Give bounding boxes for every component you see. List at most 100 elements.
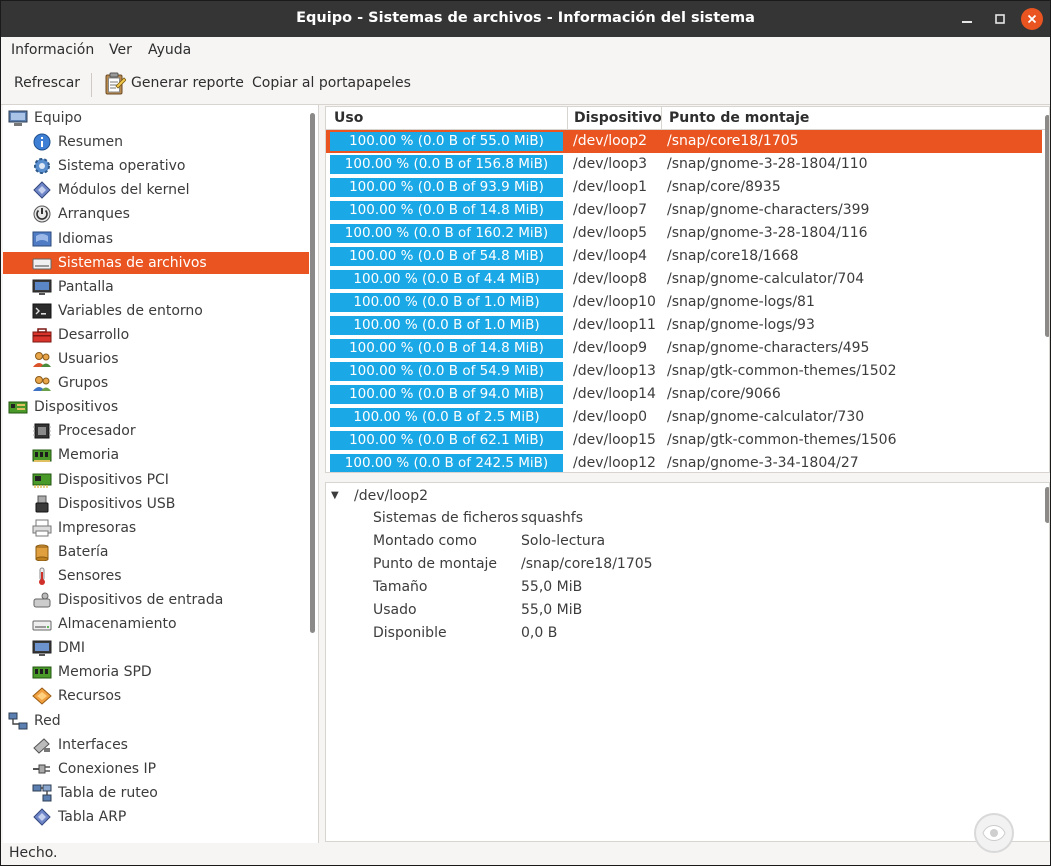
sidebar-item[interactable]: Memoria SPD — [3, 661, 309, 683]
sidebar-item[interactable]: Módulos del kernel — [3, 179, 309, 201]
table-row[interactable]: 100.00 % (0.0 B of 242.5 MiB) /dev/loop12… — [326, 452, 1042, 472]
table-row[interactable]: 100.00 % (0.0 B of 14.8 MiB) /dev/loop9/s… — [326, 337, 1042, 360]
detail-value: squashfs — [521, 510, 584, 526]
sidebar-item[interactable]: Batería — [3, 541, 309, 563]
toolbar-separator — [91, 73, 92, 97]
table-row[interactable]: 100.00 % (0.0 B of 1.0 MiB) /dev/loop10/s… — [326, 291, 1042, 314]
sidebar-item[interactable]: DMI — [3, 637, 309, 659]
device-cell: /dev/loop7 — [573, 202, 648, 218]
table-row[interactable]: 100.00 % (0.0 B of 160.2 MiB) /dev/loop5 /… — [326, 222, 1042, 245]
sidebar-item[interactable]: Tabla ARP — [3, 806, 309, 828]
sidebar-item[interactable]: Almacenamiento — [3, 613, 309, 635]
sidebar-item-label: Recursos — [58, 688, 122, 705]
detail-row: Usado 55,0 MiB — [373, 602, 1013, 625]
table-row[interactable]: 100.00 % (0.0 B of 55.0 MiB) /dev/loop2/s… — [326, 130, 1042, 153]
sidebar-item[interactable]: Idiomas — [3, 228, 309, 250]
detail-scrollbar[interactable] — [1045, 487, 1049, 523]
device-cell: /dev/loop12 — [573, 455, 656, 471]
maximize-button[interactable] — [989, 8, 1011, 30]
sidebar-item[interactable]: Dispositivos — [3, 396, 309, 418]
sidebar-item-label: Interfaces — [58, 736, 128, 753]
sidebar-item[interactable]: Variables de entorno — [3, 300, 309, 322]
detail-panel: ▼ /dev/loop2 Sistemas de ficheros squashf… — [325, 482, 1050, 842]
sidebar-item[interactable]: Procesador — [3, 420, 309, 442]
table-row[interactable]: 100.00 % (0.0 B of 4.4 MiB) /dev/loop8/sn… — [326, 268, 1042, 291]
minimize-button[interactable] — [956, 8, 978, 30]
detail-row: Montado como Solo-lectura — [373, 533, 1013, 556]
ip-connections-icon — [32, 760, 52, 778]
detail-key: Montado como — [373, 533, 477, 549]
menu-informacion[interactable]: Información — [11, 42, 94, 58]
generate-report-button[interactable]: Generar reporte — [131, 75, 244, 91]
arp-table-icon — [32, 808, 52, 826]
sidebar-item[interactable]: Sistemas de archivos — [3, 251, 309, 274]
usage-progress-bar: 100.00 % (0.0 B of 4.4 MiB) — [330, 270, 563, 289]
sidebar-item[interactable]: Equipo — [3, 107, 309, 129]
menu-ver[interactable]: Ver — [109, 42, 132, 58]
mountpoint-cell: /snap/core/8935 — [667, 179, 781, 195]
sidebar-item-label: Arranques — [58, 206, 130, 223]
sidebar-item[interactable]: Tabla de ruteo — [3, 782, 309, 804]
clipboard-report-icon[interactable] — [104, 72, 126, 96]
table-row[interactable]: 100.00 % (0.0 B of 156.8 MiB) /dev/loop3 /… — [326, 153, 1042, 176]
filesystems-table[interactable]: Uso Dispositivo Punto de montaje 100.00 … — [325, 106, 1050, 473]
sidebar-item[interactable]: Dispositivos USB — [3, 493, 309, 515]
sidebar-item[interactable]: Sistema operativo — [3, 155, 309, 177]
table-scrollbar[interactable] — [1045, 115, 1049, 337]
sidebar-item[interactable]: Dispositivos PCI — [3, 469, 309, 491]
title-bar[interactable]: Equipo - Sistemas de archivos - Informac… — [1, 1, 1050, 37]
device-cell: /dev/loop3 — [573, 156, 648, 172]
detail-value: 0,0 B — [521, 625, 558, 641]
table-row[interactable]: 100.00 % (0.0 B of 54.8 MiB) /dev/loop4/s… — [326, 245, 1042, 268]
sidebar-item[interactable]: Usuarios — [3, 348, 309, 370]
sidebar-item[interactable]: Sensores — [3, 565, 309, 587]
table-row[interactable]: 100.00 % (0.0 B of 1.0 MiB) /dev/loop11/s… — [326, 314, 1042, 337]
column-separator[interactable] — [567, 107, 568, 130]
table-header: Uso Dispositivo Punto de montaje — [326, 107, 1049, 130]
sidebar-item[interactable]: Pantalla — [3, 276, 309, 298]
table-row[interactable]: 100.00 % (0.0 B of 54.9 MiB) /dev/loop13 /… — [326, 360, 1042, 383]
usage-progress-bar: 100.00 % (0.0 B of 1.0 MiB) — [330, 316, 563, 335]
copy-clipboard-button[interactable]: Copiar al portapapeles — [252, 75, 411, 91]
table-row[interactable]: 100.00 % (0.0 B of 2.5 MiB) /dev/loop0/sn… — [326, 406, 1042, 429]
column-header-punto-montaje[interactable]: Punto de montaje — [669, 110, 809, 126]
usage-progress-bar: 100.00 % (0.0 B of 94.0 MiB) — [330, 385, 563, 404]
sidebar-item-label: Tabla de ruteo — [58, 784, 158, 801]
sidebar-item[interactable]: Impresoras — [3, 517, 309, 539]
sidebar-item[interactable]: Dispositivos de entrada — [3, 589, 309, 611]
refresh-button[interactable]: Refrescar — [14, 75, 80, 91]
table-row[interactable]: 100.00 % (0.0 B of 14.8 MiB) /dev/loop7/s… — [326, 199, 1042, 222]
close-button[interactable] — [1021, 8, 1043, 30]
table-row[interactable]: 100.00 % (0.0 B of 93.9 MiB) /dev/loop1/s… — [326, 176, 1042, 199]
column-header-dispositivo[interactable]: Dispositivo — [574, 110, 662, 126]
menu-ayuda[interactable]: Ayuda — [148, 42, 191, 58]
sidebar-item-label: Usuarios — [58, 351, 119, 367]
sidebar-item[interactable]: Desarrollo — [3, 324, 309, 346]
sidebar-item[interactable]: Memoria — [3, 444, 309, 466]
sidebar-item[interactable]: Grupos — [3, 372, 309, 394]
column-header-uso[interactable]: Uso — [334, 110, 363, 126]
usage-progress-bar: 100.00 % (0.0 B of 1.0 MiB) — [330, 293, 563, 312]
sidebar-scrollbar[interactable] — [310, 113, 315, 633]
table-row[interactable]: 100.00 % (0.0 B of 62.1 MiB) /dev/loop15 /… — [326, 429, 1042, 452]
mountpoint-cell: /snap/gnome-characters/399 — [667, 202, 870, 218]
drive-icon — [32, 254, 52, 272]
detail-key: Usado — [373, 602, 417, 618]
usage-progress-bar: 100.00 % (0.0 B of 2.5 MiB) — [330, 408, 563, 427]
sidebar-item[interactable]: Resumen — [3, 131, 309, 153]
status-text: Hecho. — [9, 845, 58, 861]
detail-key: Sistemas de ficheros — [373, 510, 519, 526]
usage-progress-bar: 100.00 % (0.0 B of 62.1 MiB) — [330, 431, 563, 450]
expander-arrow-icon[interactable]: ▼ — [331, 490, 339, 501]
maximize-icon — [995, 14, 1005, 24]
column-separator[interactable] — [661, 107, 662, 130]
sidebar-item[interactable]: Red — [3, 710, 309, 732]
detail-key: Disponible — [373, 625, 447, 641]
table-row[interactable]: 100.00 % (0.0 B of 94.0 MiB) /dev/loop14 /… — [326, 383, 1042, 406]
sidebar-item[interactable]: Recursos — [3, 685, 309, 707]
sidebar-tree[interactable]: Equipo Resumen Sistema operativo Módulos de… — [3, 105, 319, 843]
watermark-logo-icon — [974, 813, 1014, 853]
sidebar-item[interactable]: Interfaces — [3, 734, 309, 756]
sidebar-item[interactable]: Conexiones IP — [3, 758, 309, 780]
sidebar-item[interactable]: Arranques — [3, 203, 309, 225]
